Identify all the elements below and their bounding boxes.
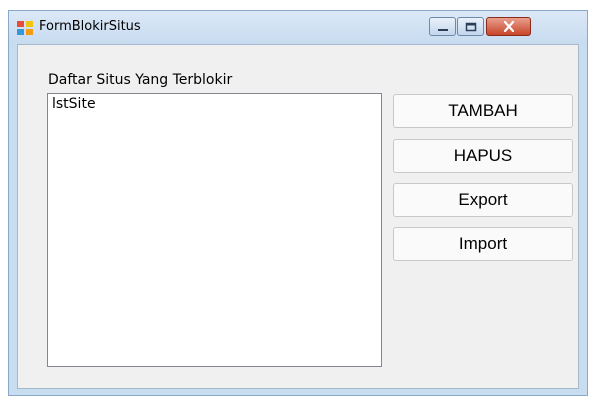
window-title: FormBlokirSitus — [39, 19, 141, 34]
blocked-sites-listbox[interactable]: lstSite — [47, 93, 382, 367]
minimize-button[interactable] — [429, 17, 456, 36]
import-button[interactable]: Import — [393, 227, 573, 261]
maximize-button[interactable] — [457, 17, 484, 36]
close-button[interactable] — [486, 17, 531, 36]
add-button[interactable]: TAMBAH — [393, 94, 573, 128]
blocked-sites-label: Daftar Situs Yang Terblokir — [48, 72, 233, 88]
minimize-icon — [437, 17, 449, 36]
maximize-icon — [465, 17, 477, 36]
delete-button[interactable]: HAPUS — [393, 139, 573, 173]
title-bar[interactable]: FormBlokirSitus — [9, 11, 587, 44]
list-item[interactable]: lstSite — [52, 96, 377, 112]
export-button[interactable]: Export — [393, 183, 573, 217]
form-icon — [17, 20, 33, 35]
close-icon — [503, 17, 515, 36]
form-client-area: Daftar Situs Yang Terblokir lstSite TAMB… — [17, 44, 579, 389]
main-window: FormBlokirSitus Daftar Situs Yang Terblo… — [8, 10, 588, 396]
